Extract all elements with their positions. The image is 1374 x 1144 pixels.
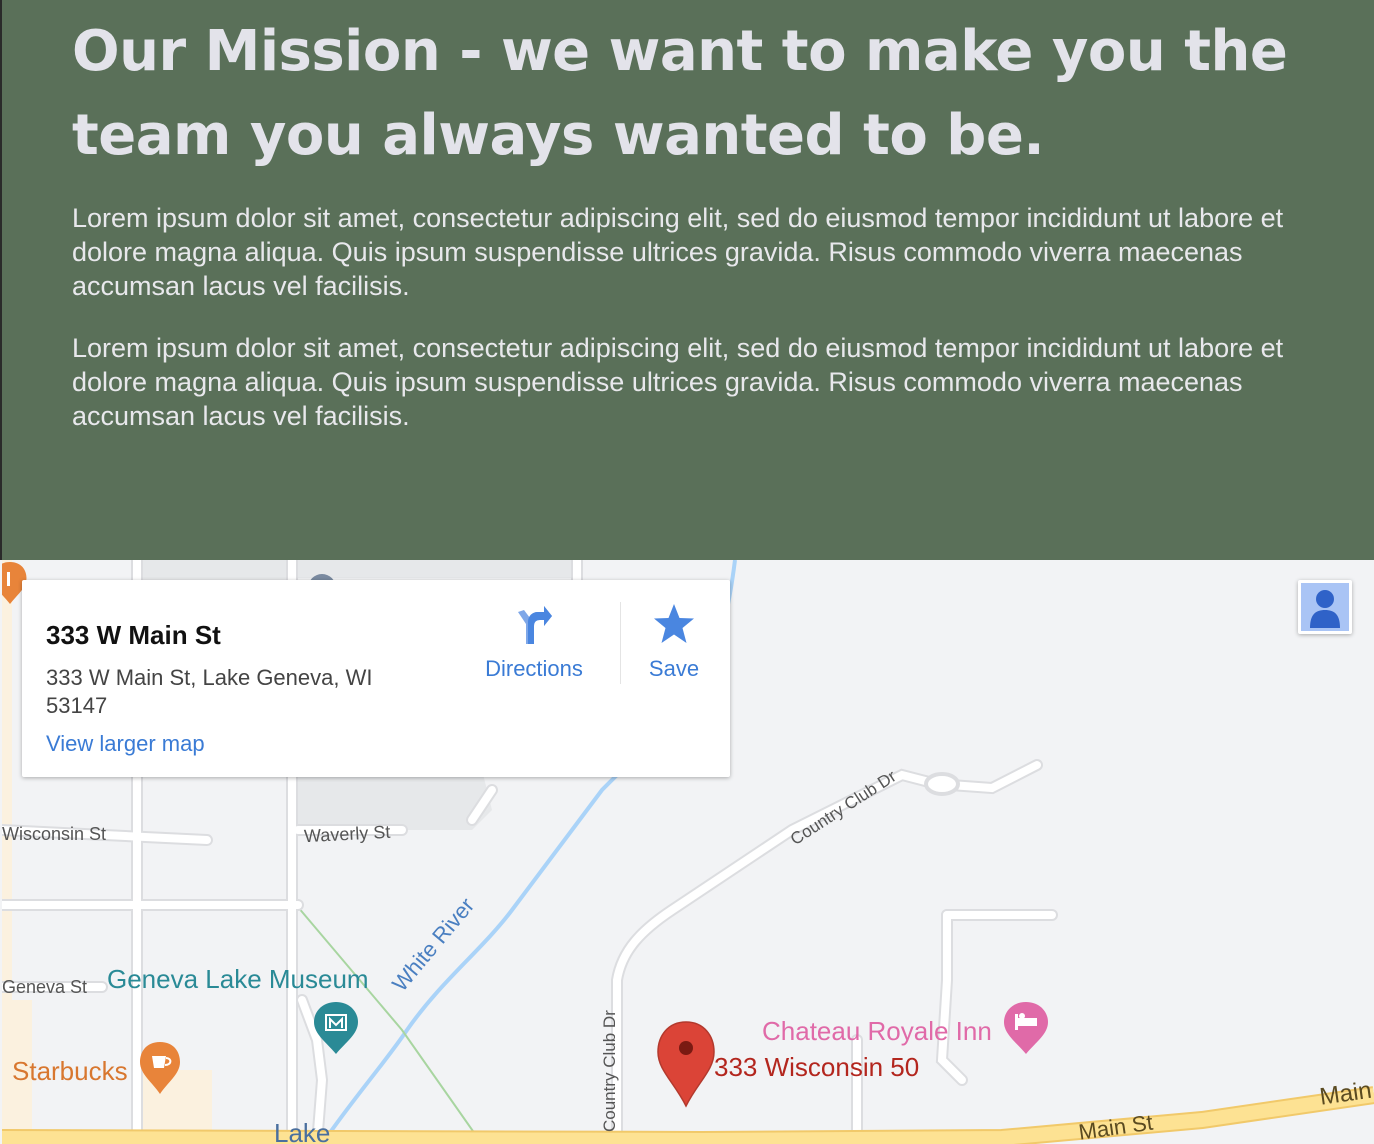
save-button[interactable]: Save bbox=[644, 604, 704, 686]
label-chateau-royale-inn[interactable]: Chateau Royale Inn bbox=[762, 1016, 992, 1047]
cul-de-sac bbox=[924, 772, 960, 796]
map-block bbox=[298, 770, 492, 830]
directions-icon bbox=[518, 606, 552, 644]
label-geneva-st: Geneva St bbox=[2, 977, 88, 997]
save-label: Save bbox=[648, 656, 700, 681]
directions-button[interactable]: Directions bbox=[478, 606, 590, 686]
mission-paragraph-2: Lorem ipsum dolor sit amet, consectetur … bbox=[72, 333, 1284, 431]
card-divider bbox=[620, 602, 621, 684]
directions-label: Directions bbox=[485, 656, 583, 681]
view-larger-map-link[interactable]: View larger map bbox=[46, 731, 205, 757]
place-address: 333 W Main St, Lake Geneva, WI 53147 bbox=[46, 665, 373, 718]
place-title: 333 W Main St bbox=[46, 620, 221, 650]
mission-paragraph-1: Lorem ipsum dolor sit amet, consectetur … bbox=[72, 203, 1284, 301]
label-geneva-lake-museum[interactable]: Geneva Lake Museum bbox=[107, 964, 369, 995]
map-marker-icon[interactable] bbox=[657, 1021, 715, 1108]
label-wisconsin-st: Wisconsin St bbox=[2, 824, 107, 844]
pegman-icon bbox=[1301, 583, 1349, 631]
map-block bbox=[142, 560, 292, 580]
map-block bbox=[298, 560, 573, 578]
label-lake: Lake bbox=[274, 1118, 331, 1144]
mission-heading: Our Mission - we want to make you the te… bbox=[72, 19, 1288, 168]
mission-section: Our Mission - we want to make you the te… bbox=[0, 0, 1374, 560]
label-waverly-st: Waverly St bbox=[303, 821, 391, 847]
embedded-map[interactable]: Wisconsin St Waverly St Geneva St Geneva… bbox=[2, 560, 1374, 1144]
label-country-club-dr-vertical: Country Club Dr bbox=[600, 1010, 619, 1132]
hotel-icon[interactable] bbox=[1004, 1002, 1048, 1054]
street-view-pegman-button[interactable] bbox=[1298, 580, 1352, 634]
place-info-card: 333 W Main St 333 W Main St, Lake Geneva… bbox=[22, 580, 730, 777]
star-icon bbox=[654, 604, 694, 643]
label-marker-address[interactable]: 333 Wisconsin 50 bbox=[714, 1052, 919, 1083]
label-starbucks[interactable]: Starbucks bbox=[12, 1056, 128, 1087]
